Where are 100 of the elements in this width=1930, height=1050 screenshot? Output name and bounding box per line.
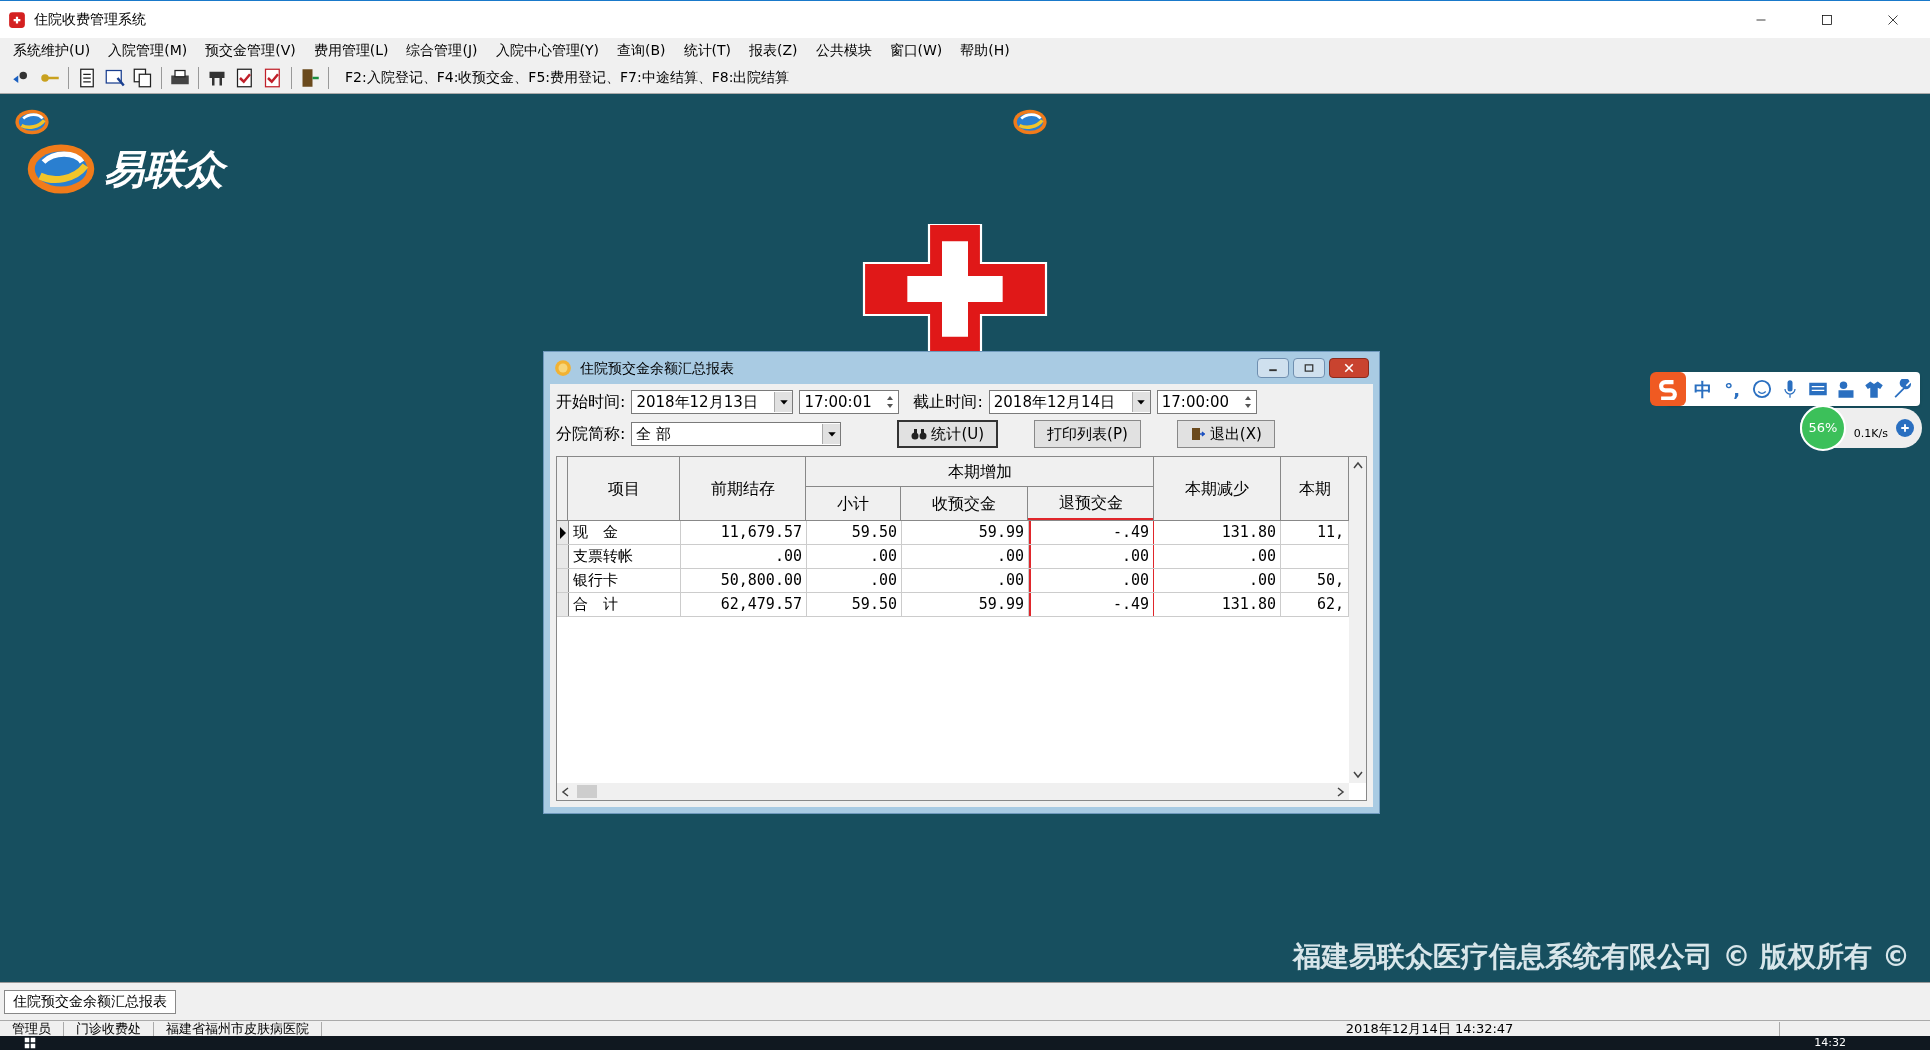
usage-meter: 56%	[1799, 405, 1846, 451]
window-tab[interactable]: 住院预交金余额汇总报表	[4, 989, 176, 1014]
document-icon[interactable]	[77, 67, 97, 88]
print-list-button[interactable]: 打印列表(P)	[1034, 420, 1141, 448]
window-title: 住院收费管理系统	[34, 10, 147, 29]
row-pointer-icon	[558, 526, 567, 539]
ime-punctuation[interactable]: °,	[1720, 375, 1744, 403]
menu-item[interactable]: 统计(T)	[674, 39, 740, 61]
column-header: 小计	[806, 487, 901, 520]
scroll-right-icon	[1337, 786, 1345, 797]
row-indicator[interactable]	[557, 521, 569, 544]
scroll-left-icon	[561, 786, 569, 797]
taskbar-clock: 14:32	[1814, 1037, 1846, 1049]
table-cell: 银行卡	[569, 569, 681, 592]
minimize-button[interactable]	[1257, 358, 1289, 378]
table-row[interactable]: 支票转帐 .00 .00 .00 .00 .00	[557, 545, 1349, 569]
menu-item[interactable]: 报表(Z)	[740, 39, 807, 61]
table-cell: 现 金	[569, 521, 681, 544]
copy-icon[interactable]	[133, 67, 153, 88]
table-cell: 59.99	[902, 521, 1029, 544]
end-time-label: 截止时间:	[913, 391, 983, 413]
end-date-field[interactable]: 2018年12月14日	[988, 390, 1151, 414]
plus-icon	[1900, 423, 1910, 433]
end-time-field[interactable]: 17:00:00	[1156, 390, 1257, 414]
exit-button[interactable]: 退出(X)	[1176, 420, 1275, 448]
table-cell: 合 计	[569, 593, 681, 616]
monitor-icon[interactable]	[105, 67, 125, 88]
start-time-field[interactable]: 17:00:01	[799, 390, 900, 414]
vertical-scrollbar[interactable]	[1349, 457, 1366, 783]
column-header: 前期结存	[680, 457, 806, 520]
close-icon	[1344, 363, 1354, 373]
dropdown-arrow-icon	[826, 429, 837, 439]
statistics-button[interactable]: 统计(U)	[897, 420, 999, 448]
branch-select[interactable]: 全 部	[631, 422, 842, 446]
windows-icon	[24, 1037, 36, 1049]
menu-item[interactable]: 综合管理(J)	[397, 39, 487, 61]
menu-item[interactable]: 公共模块	[806, 39, 881, 61]
menu-item[interactable]: 预交金管理(V)	[196, 39, 305, 61]
menu-item[interactable]: 入院中心管理(Y)	[486, 39, 608, 61]
scroll-down-icon	[1352, 771, 1363, 779]
menu-item[interactable]: 入院管理(M)	[99, 39, 197, 61]
table-cell: .00	[902, 569, 1029, 592]
column-header: 项目	[568, 457, 680, 520]
menu-item[interactable]: 窗口(W)	[880, 39, 952, 61]
column-header: 本期	[1281, 457, 1349, 520]
start-time-label: 开始时间:	[556, 391, 626, 413]
user-icon	[1836, 379, 1856, 399]
smiley-icon	[1752, 379, 1772, 399]
dropdown-arrow-icon	[778, 397, 789, 407]
add-button[interactable]	[1896, 419, 1914, 437]
table-cell: .00	[681, 545, 807, 568]
table-cell: -.49	[1029, 521, 1154, 544]
table-cell: 131.80	[1154, 521, 1281, 544]
table-cell: .00	[807, 545, 902, 568]
table-cell: 支票转帐	[569, 545, 681, 568]
door-exit-icon	[1189, 426, 1206, 442]
table-row[interactable]: 合 计 62,479.57 59.50 59.99 -.49 131.80 62,	[557, 593, 1349, 617]
table-cell: .00	[1029, 545, 1154, 568]
shirt-icon	[1864, 379, 1884, 399]
checked-document-icon[interactable]	[263, 67, 283, 88]
column-group-header: 本期增加	[806, 457, 1153, 487]
menu-item[interactable]: 系统维护(U)	[4, 39, 100, 61]
ime-mode[interactable]: 中	[1686, 375, 1721, 403]
menu-item[interactable]: 查询(B)	[608, 39, 675, 61]
swirl-logo-icon	[1012, 108, 1048, 136]
table-cell: 50,800.00	[681, 569, 807, 592]
swirl-logo-icon	[14, 108, 50, 136]
menu-item[interactable]: 帮助(H)	[951, 39, 1019, 61]
maximize-icon	[1304, 363, 1314, 373]
table-cell: .00	[807, 569, 902, 592]
column-header: 退预交金	[1028, 487, 1153, 520]
table-cell: 11,679.57	[681, 521, 807, 544]
table-cell: 59.99	[902, 593, 1029, 616]
table-cell: 62,479.57	[681, 593, 807, 616]
app-icon	[8, 10, 26, 29]
start-date-field[interactable]: 2018年12月13日	[631, 390, 794, 414]
branch-label: 分院简称:	[556, 423, 626, 445]
checklist-icon[interactable]	[235, 67, 255, 88]
close-button[interactable]	[1329, 358, 1369, 378]
maximize-button[interactable]	[1293, 358, 1325, 378]
scroll-thumb[interactable]	[577, 785, 597, 798]
dropdown-arrow-icon	[1136, 397, 1147, 407]
binoculars-icon	[911, 426, 928, 442]
door-exit-icon[interactable]	[300, 67, 320, 88]
maximize-icon	[1821, 13, 1833, 26]
table-cell: 59.50	[807, 593, 902, 616]
dialog-title: 住院预交金余额汇总报表	[580, 358, 735, 378]
table-cell: 131.80	[1154, 593, 1281, 616]
shortcut-hint: F2:入院登记、F4:收预交金、F5:费用登记、F7:中途结算、F8:出院结算	[345, 68, 790, 87]
table-cell: .00	[1154, 545, 1281, 568]
coin-icon	[554, 359, 572, 377]
close-icon	[1887, 13, 1899, 26]
table-row[interactable]: 现 金 11,679.57 59.50 59.99 -.49 131.80 11,	[557, 521, 1349, 545]
table-cell: .00	[1154, 569, 1281, 592]
table-cell: .00	[1029, 569, 1154, 592]
menu-item[interactable]: 费用管理(L)	[304, 39, 398, 61]
column-header: 本期减少	[1154, 457, 1281, 520]
scroll-up-icon	[1352, 461, 1363, 469]
table-row[interactable]: 银行卡 50,800.00 .00 .00 .00 .00 50,	[557, 569, 1349, 593]
horizontal-scrollbar[interactable]	[557, 783, 1349, 800]
